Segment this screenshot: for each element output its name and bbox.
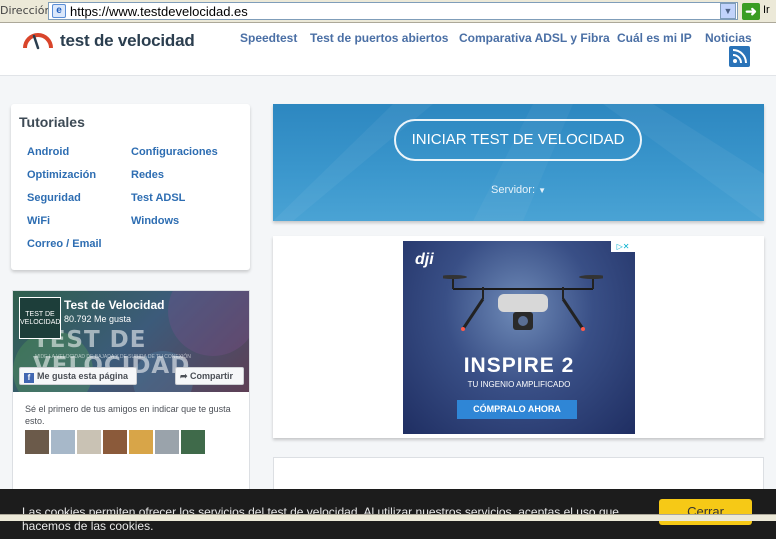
share-arrow-icon: ➦ — [180, 371, 191, 381]
facebook-cover-subtitle: MIDE LA VELOCIDAD DE BAJADA Y DE SUBIDA … — [35, 354, 191, 360]
url-field[interactable]: e https://www.testdevelocidad.es — [48, 2, 738, 20]
tutorial-test-adsl[interactable]: Test ADSL — [131, 192, 185, 204]
friend-avatar[interactable] — [155, 430, 179, 454]
dji-logo: dji — [415, 251, 434, 268]
rss-icon[interactable] — [729, 46, 750, 67]
logo-gauge-icon[interactable] — [22, 30, 54, 50]
tutorial-configuraciones[interactable]: Configuraciones — [131, 146, 218, 158]
tutorial-seguridad[interactable]: Seguridad — [27, 192, 81, 204]
tutorial-windows[interactable]: Windows — [131, 215, 179, 227]
facebook-share-button[interactable]: ➦ Compartir — [175, 367, 244, 385]
address-bar: Dirección e https://www.testdevelocidad.… — [0, 0, 776, 23]
address-label: Dirección — [0, 4, 52, 17]
nav-open-ports[interactable]: Test de puertos abiertos — [310, 31, 448, 45]
facebook-friends-text: Sé el primero de tus amigos en indicar q… — [25, 404, 231, 426]
server-label: Servidor: — [490, 184, 536, 196]
nav-adsl-fibra[interactable]: Comparativa ADSL y Fibra — [459, 31, 610, 45]
tutorials-title: Tutoriales — [19, 114, 85, 130]
go-arrow-icon[interactable]: ➜ — [742, 3, 760, 20]
ad-title: INSPIRE 2 — [463, 354, 575, 377]
ad-buy-button[interactable]: CÓMPRALO AHORA — [457, 400, 577, 419]
tutorials-card: Tutoriales Android Optimización Segurida… — [11, 104, 250, 270]
url-text[interactable]: https://www.testdevelocidad.es — [70, 4, 248, 19]
facebook-like-label: Me gusta esta página — [37, 371, 129, 381]
friend-avatar[interactable] — [25, 430, 49, 454]
nav-noticias[interactable]: Noticias — [705, 31, 752, 45]
caret-down-icon: ▼ — [538, 186, 546, 195]
website: test de velocidad Speedtest Test de puer… — [0, 24, 776, 539]
tutorial-optimizacion[interactable]: Optimización — [27, 169, 96, 181]
nav-speedtest[interactable]: Speedtest — [240, 31, 297, 45]
start-speedtest-button[interactable]: INICIAR TEST DE VELOCIDAD — [394, 119, 642, 161]
facebook-like-count: 80.792 Me gusta — [64, 314, 132, 324]
tutorial-correo[interactable]: Correo / Email — [27, 238, 102, 250]
url-dropdown-icon[interactable]: ▼ — [720, 3, 736, 19]
tutorial-wifi[interactable]: WiFi — [27, 215, 50, 227]
friend-avatar[interactable] — [77, 430, 101, 454]
status-bar — [0, 514, 776, 521]
facebook-avatar-text: TEST DE VELOCIDAD — [20, 311, 61, 326]
tutorial-android[interactable]: Android — [27, 146, 69, 158]
facebook-page-name[interactable]: Test de Velocidad — [64, 298, 164, 312]
facebook-page-widget: TEST DE VELOCIDAD MIDE LA VELOCIDAD DE B… — [12, 290, 250, 500]
facebook-page-avatar[interactable]: TEST DE VELOCIDAD — [19, 297, 61, 339]
server-selector[interactable]: Servidor: ▼ — [273, 184, 764, 196]
site-header: test de velocidad Speedtest Test de puer… — [0, 24, 776, 76]
go-label[interactable]: Ir — [763, 4, 770, 16]
facebook-share-label: Compartir — [190, 371, 234, 381]
friend-avatar[interactable] — [51, 430, 75, 454]
facebook-cover[interactable]: TEST DE VELOCIDAD MIDE LA VELOCIDAD DE B… — [13, 291, 249, 392]
tutorial-redes[interactable]: Redes — [131, 169, 164, 181]
logo-text[interactable]: test de velocidad — [60, 31, 195, 51]
ad-subtitle: TU INGENIO AMPLIFICADO — [467, 380, 571, 389]
dji-advertisement[interactable]: dji ▷✕ INSPIRE 2 TU INGENIO AMPLIFICADO … — [403, 241, 635, 434]
friend-avatar[interactable] — [181, 430, 205, 454]
friend-avatar[interactable] — [103, 430, 127, 454]
cookie-close-button[interactable]: Cerrar — [659, 499, 752, 525]
facebook-f-icon: f — [24, 373, 34, 383]
friend-avatar[interactable] — [129, 430, 153, 454]
page-favicon-icon: e — [52, 4, 66, 18]
speedtest-panel: INICIAR TEST DE VELOCIDAD Servidor: ▼ — [273, 104, 764, 221]
facebook-friend-faces — [25, 430, 207, 454]
nav-my-ip[interactable]: Cuál es mi IP — [617, 31, 692, 45]
adchoices-close-icon[interactable]: ▷✕ — [611, 241, 635, 252]
facebook-like-button[interactable]: f Me gusta esta página — [19, 367, 137, 385]
drone-image — [443, 275, 603, 331]
